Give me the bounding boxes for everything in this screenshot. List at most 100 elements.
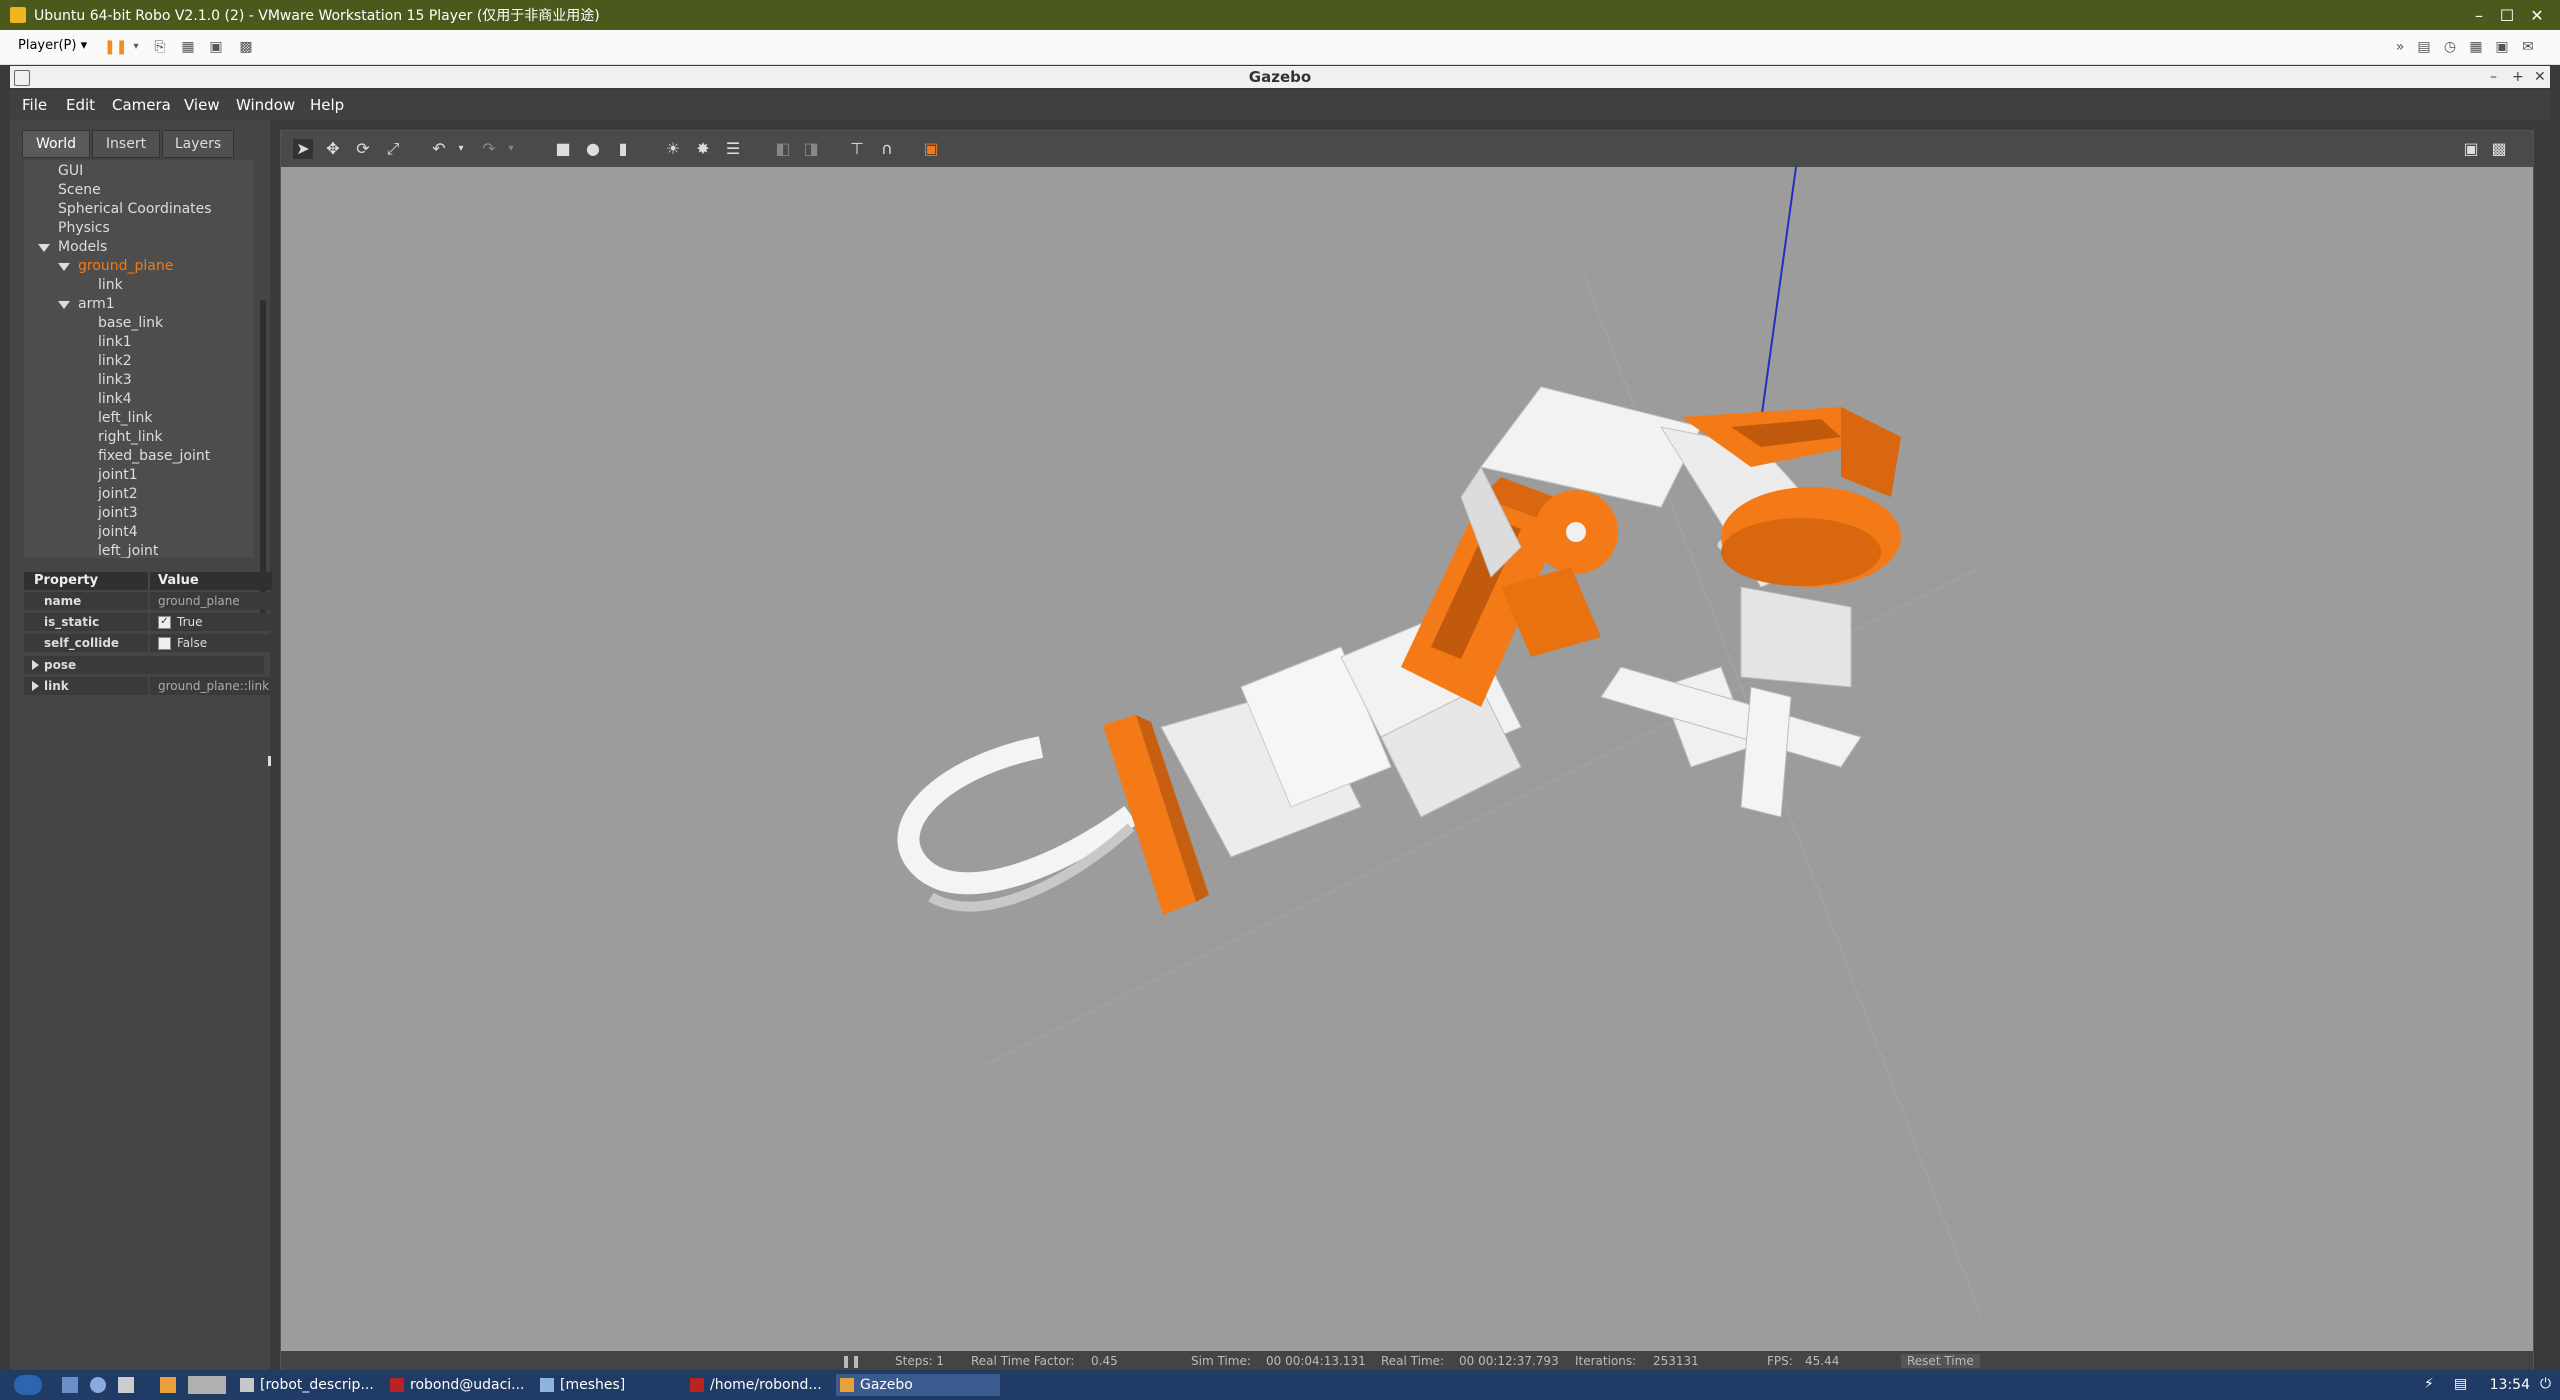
tab-world[interactable]: World: [22, 130, 90, 158]
browser-icon[interactable]: [90, 1377, 106, 1393]
expand-arrow-icon[interactable]: [38, 244, 50, 252]
dropdown-icon[interactable]: ▾: [128, 39, 144, 55]
removable-devices-icon[interactable]: ▦: [180, 39, 196, 55]
prop-pose-key[interactable]: pose: [24, 656, 264, 674]
start-menu-icon[interactable]: [14, 1375, 42, 1395]
menu-edit[interactable]: Edit: [66, 96, 95, 114]
tree-item-arm-part[interactable]: left_link: [98, 409, 152, 428]
tree-item-arm-part[interactable]: left_joint: [98, 542, 158, 558]
prop-collide-value[interactable]: False: [150, 634, 272, 652]
fullscreen-icon[interactable]: ▣: [208, 39, 224, 55]
box-icon[interactable]: ■: [553, 139, 573, 159]
view-angle-icon[interactable]: ▣: [921, 139, 941, 159]
player-menu-button[interactable]: Player(P) ▾: [18, 38, 87, 53]
robot-arm-scene[interactable]: [281, 167, 2533, 1351]
gz-maximize-button[interactable]: +: [2512, 66, 2524, 88]
taskbar-item-home-terminal[interactable]: /home/robond...: [686, 1374, 850, 1396]
tree-item-arm-part[interactable]: base_link: [98, 314, 163, 333]
screenshot-camera-icon[interactable]: ▣: [2461, 139, 2481, 159]
checkbox-unchecked-icon[interactable]: [158, 637, 171, 650]
power-icon[interactable]: ⚡: [2424, 1376, 2434, 1392]
expand-arrow-icon[interactable]: [58, 263, 70, 271]
pause-button-icon[interactable]: ❚❚: [841, 1354, 861, 1368]
gz-close-button[interactable]: ✕: [2534, 66, 2546, 88]
tree-item-models[interactable]: Models: [58, 238, 107, 257]
hdd-icon[interactable]: ▤: [2416, 39, 2432, 55]
taskbar-item-robot-description[interactable]: [robot_descrip...: [236, 1374, 400, 1396]
camera-icon[interactable]: ▣: [2494, 39, 2510, 55]
scale-icon[interactable]: ⤢: [383, 139, 403, 159]
copy-icon[interactable]: ◧: [773, 139, 793, 159]
tab-layers[interactable]: Layers: [162, 130, 234, 158]
tree-item-ground-plane[interactable]: ground_plane: [78, 257, 173, 276]
cylinder-icon[interactable]: ▮: [613, 139, 633, 159]
taskbar-item-gazebo[interactable]: Gazebo: [836, 1374, 1000, 1396]
tree-item-spherical-coordinates[interactable]: Spherical Coordinates: [58, 200, 212, 219]
file-manager-icon[interactable]: [62, 1377, 78, 1393]
tree-item-physics[interactable]: Physics: [58, 219, 110, 238]
spot-light-icon[interactable]: ✸: [693, 139, 713, 159]
tree-item-ground-plane-link[interactable]: link: [98, 276, 123, 295]
tree-item-arm-part[interactable]: joint4: [98, 523, 138, 542]
checkbox-checked-icon[interactable]: ✓: [158, 616, 171, 629]
terminal-icon[interactable]: [118, 1377, 134, 1393]
tree-item-arm-part[interactable]: fixed_base_joint: [98, 447, 210, 466]
prop-link-key[interactable]: link: [24, 677, 148, 695]
select-arrow-icon[interactable]: ➤: [293, 139, 313, 159]
tree-item-arm-part[interactable]: link3: [98, 371, 132, 390]
align-icon[interactable]: ⊤: [847, 139, 867, 159]
taskbar-label: [robot_descrip...: [260, 1377, 374, 1393]
tree-item-arm-part[interactable]: link4: [98, 390, 132, 409]
paste-icon[interactable]: ◨: [801, 139, 821, 159]
gz-minimize-button[interactable]: –: [2490, 66, 2497, 88]
panel-splitter-handle[interactable]: [268, 756, 271, 766]
tree-item-arm-part[interactable]: link2: [98, 352, 132, 371]
translate-icon[interactable]: ✥: [323, 139, 343, 159]
gazebo-launcher-icon[interactable]: [160, 1377, 176, 1393]
tree-item-arm1[interactable]: arm1: [78, 295, 115, 314]
message-icon[interactable]: ✉: [2520, 39, 2536, 55]
rotate-icon[interactable]: ⟳: [353, 139, 373, 159]
sphere-icon[interactable]: ●: [583, 139, 603, 159]
record-log-icon[interactable]: ▩: [2489, 139, 2509, 159]
menu-view[interactable]: View: [184, 96, 220, 114]
point-light-icon[interactable]: ☀: [663, 139, 683, 159]
snap-icon[interactable]: ∩: [877, 139, 897, 159]
prop-static-value[interactable]: ✓ True: [150, 613, 272, 631]
expand-link-icon[interactable]: [32, 681, 39, 691]
menu-camera[interactable]: Camera: [112, 96, 171, 114]
expand-arrow-icon[interactable]: [58, 301, 70, 309]
tree-item-arm-part[interactable]: joint3: [98, 504, 138, 523]
tree-item-arm-part[interactable]: joint2: [98, 485, 138, 504]
rtf-value: 0.45: [1091, 1354, 1118, 1368]
shutdown-icon[interactable]: ⏻: [2540, 1376, 2551, 1392]
tree-item-arm-part[interactable]: link1: [98, 333, 132, 352]
clock-icon[interactable]: ◷: [2442, 39, 2458, 55]
send-keys-icon[interactable]: ⎘: [152, 39, 168, 55]
tree-item-scene[interactable]: Scene: [58, 181, 101, 200]
undo-icon[interactable]: ↶: [429, 139, 449, 159]
redo-icon[interactable]: ↷: [479, 139, 499, 159]
taskbar-item-meshes[interactable]: [meshes]: [536, 1374, 700, 1396]
network-icon[interactable]: ▦: [2468, 39, 2484, 55]
3d-viewport[interactable]: ➤ ✥ ⟳ ⤢ ↶ ▾ ↷ ▾ ■ ● ▮ ☀ ✸ ☰ ◧ ◨ ⊤ ∩ ▣ ▣ …: [280, 130, 2534, 1372]
directional-light-icon[interactable]: ☰: [723, 139, 743, 159]
workspace-switcher[interactable]: [188, 1376, 226, 1394]
menu-window[interactable]: Window: [236, 96, 295, 114]
reset-time-button[interactable]: Reset Time: [1901, 1354, 1980, 1368]
menu-help[interactable]: Help: [310, 96, 344, 114]
double-chevron-icon[interactable]: »: [2392, 39, 2408, 55]
redo-history-icon[interactable]: ▾: [501, 139, 521, 159]
expand-pose-arrow-icon[interactable]: [32, 660, 39, 670]
pause-icon[interactable]: ❚❚: [104, 39, 127, 55]
tree-item-gui[interactable]: GUI: [58, 162, 83, 181]
tree-item-arm-part[interactable]: right_link: [98, 428, 163, 447]
close-button[interactable]: ✕: [2514, 0, 2560, 30]
network-tray-icon[interactable]: ▤: [2454, 1376, 2467, 1392]
undo-history-icon[interactable]: ▾: [451, 139, 471, 159]
tree-item-arm-part[interactable]: joint1: [98, 466, 138, 485]
menu-file[interactable]: File: [22, 96, 47, 114]
unity-icon[interactable]: ▩: [238, 39, 254, 55]
tab-insert[interactable]: Insert: [92, 130, 160, 158]
taskbar-item-terminal[interactable]: robond@udaci...: [386, 1374, 550, 1396]
